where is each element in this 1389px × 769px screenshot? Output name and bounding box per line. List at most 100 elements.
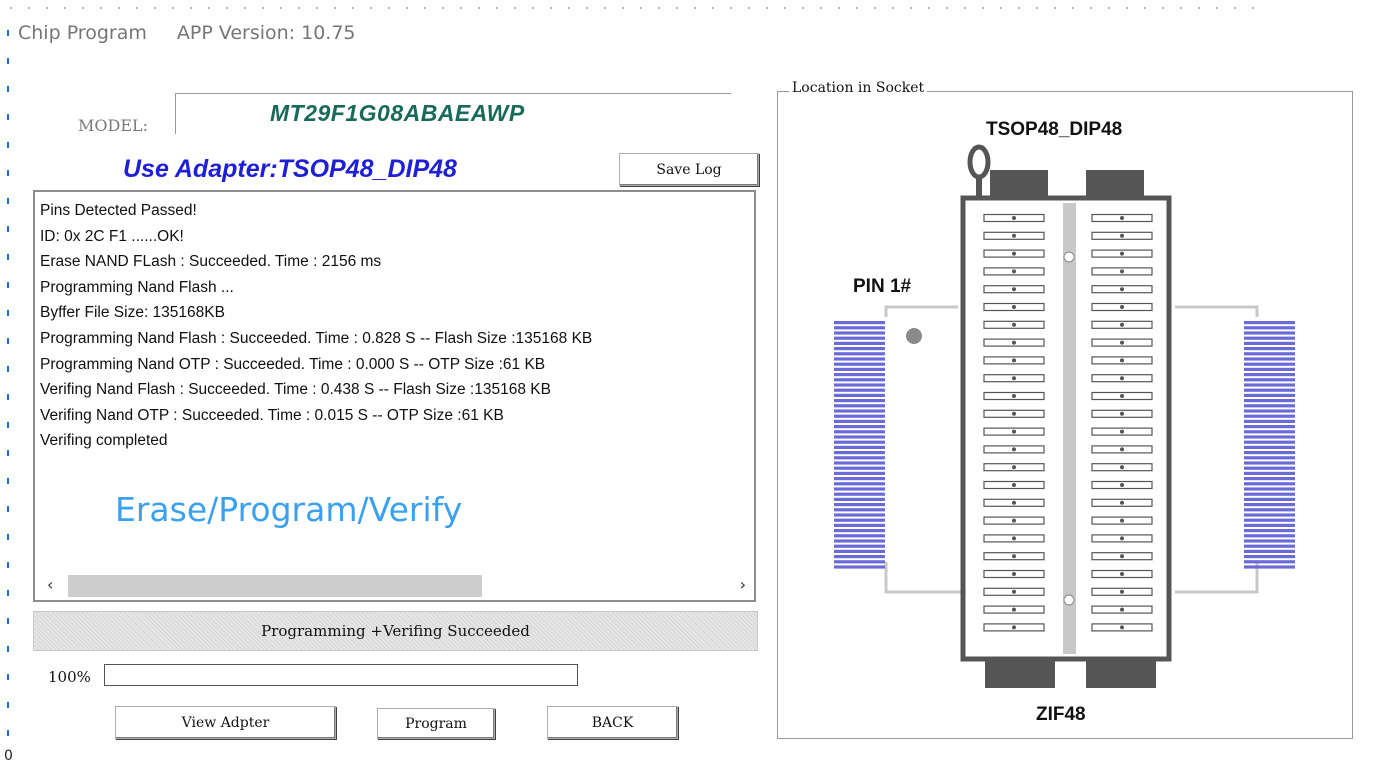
zif-label: ZIF48 <box>1036 704 1086 725</box>
chip-pin-left <box>834 383 885 387</box>
chip-pin-left <box>834 331 885 335</box>
socket-contact-dot <box>1120 216 1124 220</box>
chip-pin-left <box>834 414 885 418</box>
chip-pin-left <box>834 471 885 475</box>
socket-contact-dot <box>1120 305 1124 309</box>
program-button[interactable]: Program <box>377 708 495 739</box>
socket-contact-dot <box>1120 607 1124 612</box>
save-log-button[interactable]: Save Log <box>619 153 759 186</box>
chip-pin-right <box>1244 560 1295 564</box>
corner-char: 0 <box>4 748 13 764</box>
left-rail-top <box>884 305 958 317</box>
back-button[interactable]: BACK <box>547 706 678 739</box>
socket-contact-dot <box>1012 429 1016 434</box>
chip-pin-left <box>834 555 885 559</box>
chip-pin-left <box>834 523 885 527</box>
chip-pin-right <box>1244 419 1295 423</box>
socket-contact-dot <box>1012 394 1016 398</box>
socket-contact-dot <box>1120 322 1124 327</box>
socket-center-rail <box>1063 203 1076 654</box>
app-version: APP Version: 10.75 <box>176 22 356 44</box>
chip-pin-right <box>1244 331 1295 335</box>
socket-contact-dot <box>1120 287 1124 292</box>
chip-pin-left <box>834 482 885 486</box>
window-left-edge <box>7 30 9 750</box>
chip-pin-right <box>1244 367 1295 371</box>
chip-pin-left <box>834 362 885 366</box>
socket-hole-bottom <box>1063 594 1075 606</box>
scrollbar-thumb[interactable] <box>68 575 482 597</box>
window-title: Chip Program <box>18 22 147 44</box>
chip-pin-right <box>1244 539 1295 543</box>
socket-contact-dot <box>1012 358 1016 363</box>
chip-pin-left <box>834 549 885 553</box>
pin1-label: PIN 1# <box>853 276 912 297</box>
log-line: ID: 0x 2C F1 ......OK! <box>40 227 184 245</box>
socket-contact-dot <box>1012 287 1016 292</box>
log-line: Verifing Nand OTP : Succeeded. Time : 0.… <box>40 406 504 424</box>
chip-pin-left <box>834 352 885 356</box>
chip-pin-left <box>834 560 885 564</box>
socket-contact-dot <box>1120 500 1124 505</box>
socket-contact-dot <box>1012 340 1016 345</box>
chip-pin-right <box>1244 518 1295 522</box>
socket-contact-dot <box>1012 376 1016 381</box>
chip-pin-right <box>1244 326 1295 330</box>
model-label: MODEL: <box>78 116 149 135</box>
socket-contact-dot <box>1012 447 1016 452</box>
socket-contact-dot <box>1120 394 1124 398</box>
view-adapter-button[interactable]: View Adpter <box>115 706 336 739</box>
chip-pins-left <box>834 321 885 569</box>
chip-pin-left <box>834 425 885 429</box>
socket-contact-dot <box>1120 411 1124 416</box>
chip-pin-right <box>1244 388 1295 392</box>
adapter-label: Use Adapter:TSOP48_DIP48 <box>123 155 457 183</box>
chip-pin-right <box>1244 461 1295 465</box>
chip-pin-right <box>1244 482 1295 486</box>
chip-pin-right <box>1244 451 1295 455</box>
right-rail-top <box>1175 305 1259 317</box>
chip-pin-right <box>1244 487 1295 491</box>
chip-pin-right <box>1244 414 1295 418</box>
chip-pin-left <box>834 367 885 371</box>
chip-pin-left <box>834 466 885 470</box>
model-value: MT29F1G08ABAEAWP <box>270 100 525 126</box>
socket-top-tab-right <box>1086 170 1144 198</box>
chip-pin-left <box>834 456 885 460</box>
chip-pin-right <box>1244 565 1295 569</box>
socket-contact-dot <box>1120 518 1124 523</box>
chip-pins-right <box>1244 321 1295 569</box>
socket-contact-dot <box>1012 589 1016 594</box>
chip-pin-right <box>1244 357 1295 361</box>
socket-contact-dot <box>1012 269 1016 274</box>
chip-pin-right <box>1244 529 1295 533</box>
socket-top-tab-left <box>990 170 1048 198</box>
progress-fill <box>106 666 576 684</box>
chip-pin-left <box>834 445 885 449</box>
chevron-right-icon[interactable]: › <box>740 575 746 594</box>
socket-contact-dot <box>1012 625 1016 630</box>
chip-pin-left <box>834 388 885 392</box>
chip-pin-left <box>834 477 885 481</box>
socket-contact-dot <box>1012 483 1016 487</box>
chip-pin-left <box>834 378 885 382</box>
log-panel[interactable]: Pins Detected Passed! ID: 0x 2C F1 .....… <box>33 190 756 602</box>
socket-contact-dot <box>1012 536 1016 541</box>
horizontal-scrollbar[interactable]: ‹ › <box>37 574 752 598</box>
progress-bar <box>104 664 578 686</box>
chip-pin-right <box>1244 544 1295 548</box>
log-line: Pins Detected Passed! <box>40 202 197 219</box>
chip-pin-left <box>834 539 885 543</box>
chevron-left-icon[interactable]: ‹ <box>47 575 53 594</box>
chip-pin-left <box>834 565 885 569</box>
socket-contact-dot <box>1120 269 1124 274</box>
chip-pin-left <box>834 357 885 361</box>
chip-pin-right <box>1244 534 1295 538</box>
chip-pin-right <box>1244 440 1295 444</box>
log-line: Programming Nand OTP : Succeeded. Time :… <box>40 355 546 373</box>
chip-pin-left <box>834 435 885 439</box>
chip-pin-left <box>834 336 885 340</box>
progress-percent: 100% <box>48 668 91 686</box>
chip-pin-left <box>834 487 885 491</box>
chip-pin-left <box>834 326 885 330</box>
